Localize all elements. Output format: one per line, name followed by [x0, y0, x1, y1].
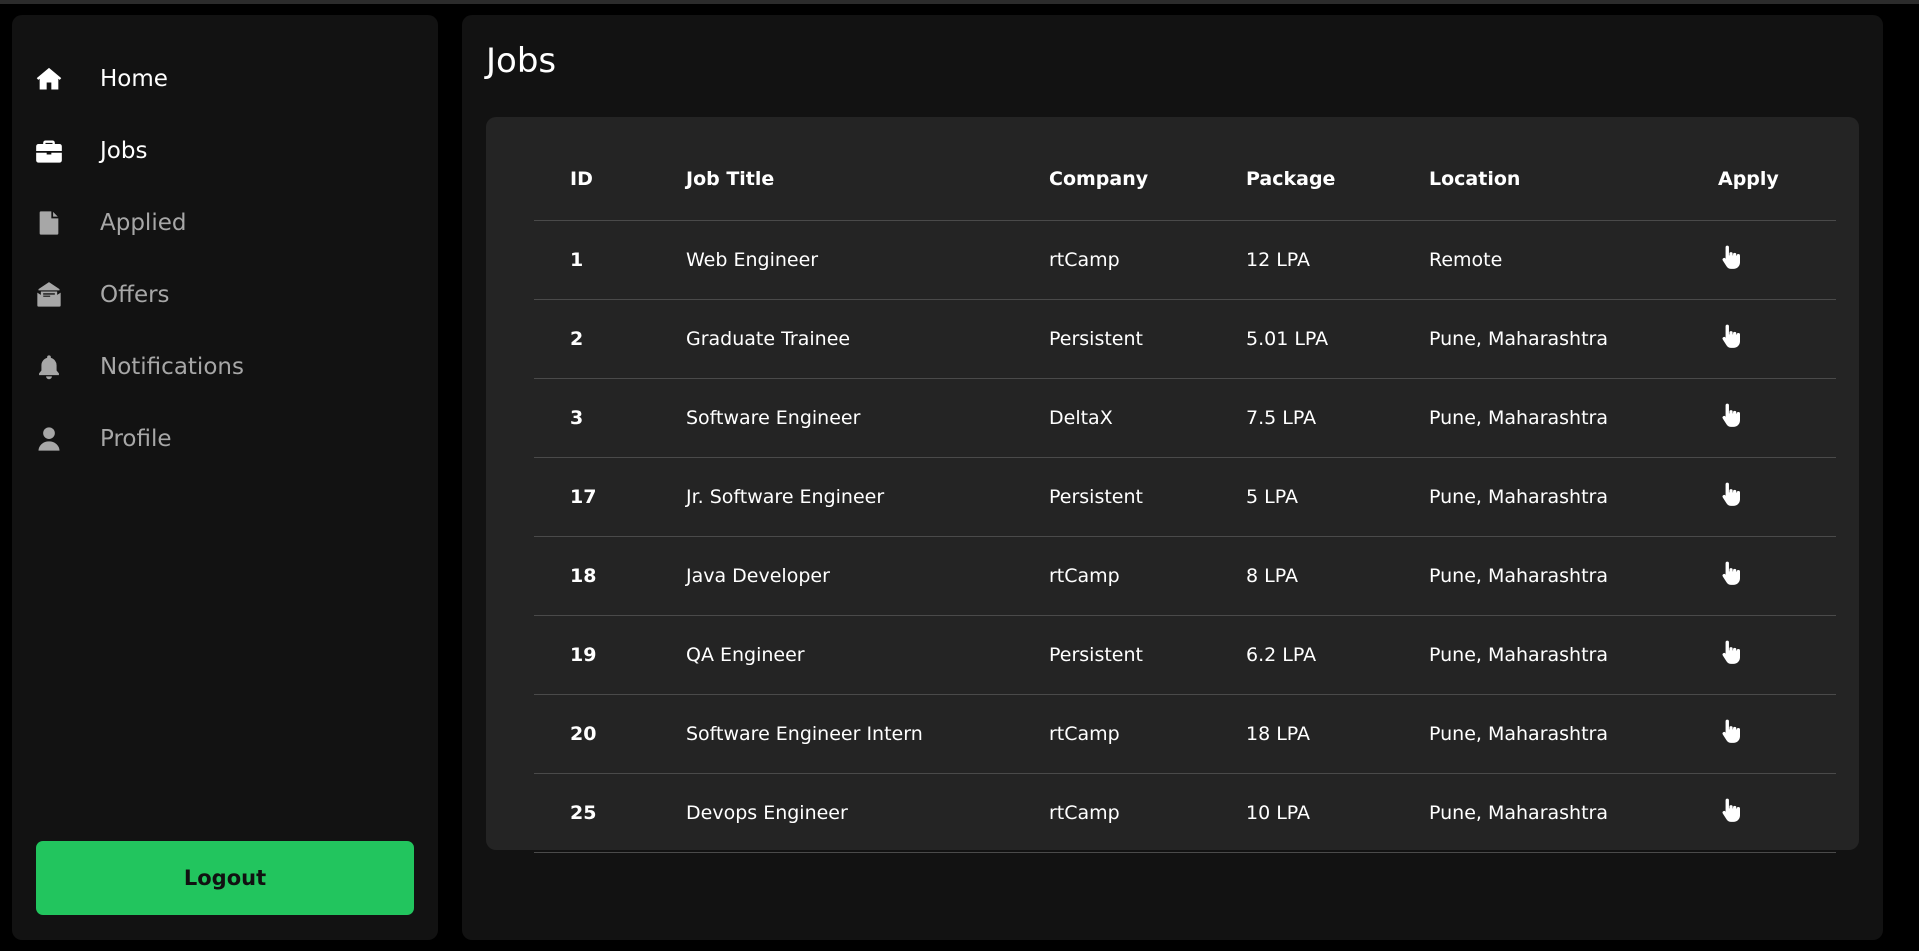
sidebar-item-label: Profile [100, 426, 172, 452]
package-cell: 10 LPA [1210, 773, 1393, 853]
sidebar-item-offers[interactable]: Offers [12, 259, 438, 331]
location-cell: Pune, Maharashtra [1393, 457, 1682, 537]
job-id-cell: 18 [534, 536, 650, 616]
sidebar: Home Jobs Applied Offers Notifications P… [12, 15, 438, 940]
column-header-company: Company [1013, 139, 1210, 221]
apply-cell [1682, 694, 1836, 774]
job-id-cell: 25 [534, 773, 650, 853]
jobs-table: ID Job Title Company Package Location Ap… [534, 139, 1836, 853]
sidebar-item-label: Applied [100, 210, 187, 236]
pointer-hand-icon[interactable] [1718, 481, 1744, 507]
apply-cell [1682, 220, 1836, 300]
job-id-cell: 1 [534, 220, 650, 300]
location-cell: Pune, Maharashtra [1393, 378, 1682, 458]
table-header-row: ID Job Title Company Package Location Ap… [534, 139, 1836, 221]
job-id-cell: 3 [534, 378, 650, 458]
apply-cell [1682, 457, 1836, 537]
briefcase-icon [34, 136, 64, 166]
table-row: 3 Software Engineer DeltaX 7.5 LPA Pune, Mah… [534, 378, 1836, 458]
job-title-cell: Java Developer [650, 536, 1013, 616]
table-row: 19 QA Engineer Persistent 6.2 LPA Pune, Maha… [534, 615, 1836, 695]
package-cell: 18 LPA [1210, 694, 1393, 774]
package-cell: 5.01 LPA [1210, 299, 1393, 379]
envelope-open-icon [34, 280, 64, 310]
table-row: 25 Devops Engineer rtCamp 10 LPA Pune, Mahar… [534, 773, 1836, 853]
home-icon [34, 64, 64, 94]
company-cell: rtCamp [1013, 220, 1210, 300]
job-id-cell: 17 [534, 457, 650, 537]
sidebar-item-applied[interactable]: Applied [12, 187, 438, 259]
apply-cell [1682, 536, 1836, 616]
column-header-package: Package [1210, 139, 1393, 221]
sidebar-item-jobs[interactable]: Jobs [12, 115, 438, 187]
sidebar-item-profile[interactable]: Profile [12, 403, 438, 475]
pointer-hand-icon[interactable] [1718, 323, 1744, 349]
location-cell: Pune, Maharashtra [1393, 536, 1682, 616]
sidebar-item-notifications[interactable]: Notifications [12, 331, 438, 403]
package-cell: 5 LPA [1210, 457, 1393, 537]
table-row: 2 Graduate Trainee Persistent 5.01 LPA Pune,… [534, 299, 1836, 379]
logout-button[interactable]: Logout [36, 841, 414, 915]
sidebar-item-label: Offers [100, 282, 170, 308]
package-cell: 7.5 LPA [1210, 378, 1393, 458]
job-title-cell: Software Engineer [650, 378, 1013, 458]
sidebar-nav: Home Jobs Applied Offers Notifications P… [12, 15, 438, 475]
company-cell: Persistent [1013, 299, 1210, 379]
page-title: Jobs [486, 41, 557, 81]
file-icon [34, 208, 64, 238]
jobs-table-card: ID Job Title Company Package Location Ap… [486, 117, 1859, 853]
job-id-cell: 20 [534, 694, 650, 774]
job-id-cell: 19 [534, 615, 650, 695]
apply-cell [1682, 615, 1836, 695]
package-cell: 8 LPA [1210, 536, 1393, 616]
job-id-cell: 2 [534, 299, 650, 379]
column-header-location: Location [1393, 139, 1682, 221]
apply-cell [1682, 299, 1836, 379]
job-title-cell: Software Engineer Intern [650, 694, 1013, 774]
table-row: 17 Jr. Software Engineer Persistent 5 LPA Pu… [534, 457, 1836, 537]
pointer-hand-icon[interactable] [1718, 402, 1744, 428]
company-cell: Persistent [1013, 615, 1210, 695]
job-title-cell: Jr. Software Engineer [650, 457, 1013, 537]
apply-cell [1682, 378, 1836, 458]
pointer-hand-icon[interactable] [1718, 560, 1744, 586]
company-cell: rtCamp [1013, 773, 1210, 853]
company-cell: Persistent [1013, 457, 1210, 537]
company-cell: rtCamp [1013, 694, 1210, 774]
sidebar-item-label: Jobs [100, 138, 148, 164]
sidebar-item-label: Notifications [100, 354, 244, 380]
job-title-cell: QA Engineer [650, 615, 1013, 695]
sidebar-item-home[interactable]: Home [12, 43, 438, 115]
package-cell: 6.2 LPA [1210, 615, 1393, 695]
pointer-hand-icon[interactable] [1718, 797, 1744, 823]
column-header-id: ID [534, 139, 650, 221]
main-panel: Jobs ID Job Title Company Package Locati… [462, 15, 1883, 940]
bell-icon [34, 352, 64, 382]
company-cell: DeltaX [1013, 378, 1210, 458]
package-cell: 12 LPA [1210, 220, 1393, 300]
table-row: 1 Web Engineer rtCamp 12 LPA Remote [534, 220, 1836, 300]
table-row: 20 Software Engineer Intern rtCamp 18 LPA Pu… [534, 694, 1836, 774]
location-cell: Pune, Maharashtra [1393, 694, 1682, 774]
column-header-job-title: Job Title [650, 139, 1013, 221]
apply-cell [1682, 773, 1836, 853]
location-cell: Remote [1393, 220, 1682, 300]
user-icon [34, 424, 64, 454]
job-title-cell: Graduate Trainee [650, 299, 1013, 379]
window-top-border [0, 0, 1919, 4]
pointer-hand-icon[interactable] [1718, 639, 1744, 665]
location-cell: Pune, Maharashtra [1393, 299, 1682, 379]
location-cell: Pune, Maharashtra [1393, 615, 1682, 695]
sidebar-item-label: Home [100, 66, 168, 92]
column-header-apply: Apply [1682, 139, 1836, 221]
pointer-hand-icon[interactable] [1718, 244, 1744, 270]
pointer-hand-icon[interactable] [1718, 718, 1744, 744]
job-title-cell: Devops Engineer [650, 773, 1013, 853]
table-row: 18 Java Developer rtCamp 8 LPA Pune, Maharas… [534, 536, 1836, 616]
company-cell: rtCamp [1013, 536, 1210, 616]
location-cell: Pune, Maharashtra [1393, 773, 1682, 853]
job-title-cell: Web Engineer [650, 220, 1013, 300]
